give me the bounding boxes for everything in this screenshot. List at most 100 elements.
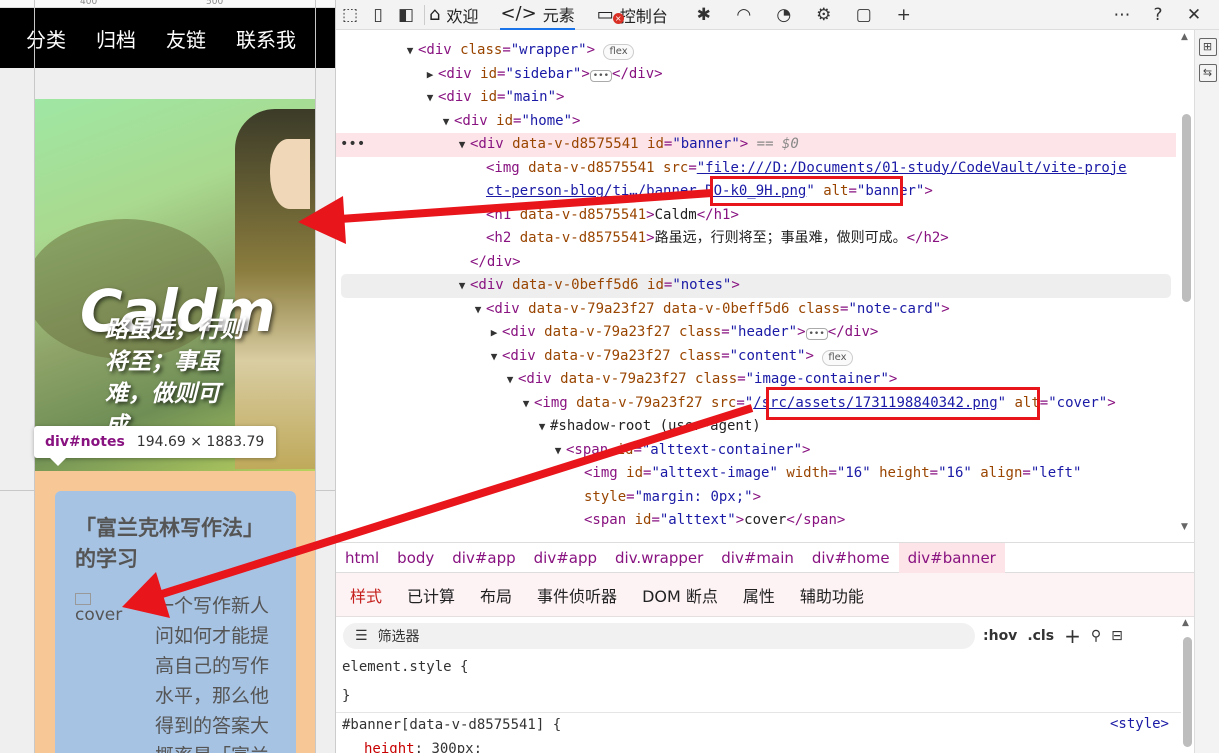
- more-options-icon[interactable]: ⋯: [1108, 3, 1136, 27]
- collapse-triangle-icon[interactable]: ▼: [486, 345, 502, 369]
- performance-icon[interactable]: ◔: [770, 3, 798, 27]
- computed-sidebar-icon[interactable]: ⊟: [1111, 628, 1123, 644]
- device-emulation-icon[interactable]: ▯: [364, 3, 392, 27]
- dom-node-notes-hovered[interactable]: ▼ <div data-v-0beff5d6 id="notes">: [341, 274, 1171, 298]
- rule-height-declaration[interactable]: height: 300px;: [364, 738, 482, 753]
- collapse-triangle-icon[interactable]: ▼: [438, 110, 454, 134]
- dom-node-wrapper[interactable]: ▼ <div class="wrapper"> flex: [336, 39, 1176, 63]
- scrollbar-thumb[interactable]: [1182, 114, 1191, 302]
- collapse-triangle-icon[interactable]: ▼: [422, 86, 438, 110]
- dom-tree[interactable]: ▼ <div class="wrapper"> flex ▶ <div id="si…: [336, 30, 1194, 542]
- dom-node-banner-close[interactable]: </div>: [336, 251, 1176, 275]
- tab-event-listeners[interactable]: 事件侦听器: [527, 583, 627, 607]
- tab-welcome[interactable]: ⌂ 欢迎: [429, 3, 478, 27]
- styles-pane-tabs: 样式 已计算 布局 事件侦听器 DOM 断点 属性 辅助功能: [336, 573, 1194, 617]
- wifi-icon[interactable]: ◠: [730, 3, 758, 27]
- filter-icon: ☰: [355, 628, 368, 644]
- collapse-triangle-icon[interactable]: ▼: [454, 133, 470, 157]
- nav-item-contact[interactable]: 联系我: [236, 24, 296, 53]
- rule-element-style[interactable]: element.style {: [342, 656, 468, 678]
- rule-source-link[interactable]: <style>: [1110, 716, 1169, 732]
- tab-styles[interactable]: 样式: [340, 583, 392, 607]
- breadcrumb-item[interactable]: div#app: [525, 543, 606, 573]
- collapse-triangle-icon[interactable]: ▼: [402, 39, 418, 63]
- more-tools-plus-icon[interactable]: +: [890, 3, 918, 27]
- scroll-up-icon[interactable]: ▲: [1182, 618, 1189, 628]
- ruler-label: 500: [206, 0, 224, 7]
- collapse-triangle-icon[interactable]: ▼: [470, 298, 486, 322]
- panel-toggle-icon[interactable]: ⊞: [1198, 38, 1217, 56]
- breadcrumb-item[interactable]: div.wrapper: [606, 543, 712, 573]
- tooltip-size: 194.69 × 1883.79: [136, 434, 265, 450]
- collapse-triangle-icon[interactable]: ▼: [534, 415, 550, 439]
- flex-badge[interactable]: flex: [603, 44, 634, 60]
- breadcrumb-item[interactable]: div#app: [443, 543, 524, 573]
- toolbar-right: ⋯ ? ✕: [1108, 0, 1219, 30]
- tab-computed[interactable]: 已计算: [397, 583, 465, 607]
- expand-triangle-icon[interactable]: ▶: [486, 321, 502, 345]
- dom-node-shadow-root[interactable]: ▼ #shadow-root (user-agent): [336, 415, 1176, 439]
- dom-node-header[interactable]: ▶ <div data-v-79a23f27 class="header"> •••…: [336, 321, 1176, 345]
- tab-console[interactable]: ▭ × 控制台: [597, 3, 668, 27]
- note-title[interactable]: 「富兰克林写作法」的学习: [75, 513, 275, 575]
- dom-node-h1[interactable]: <h1 data-v-d8575541>Caldm</h1>: [336, 204, 1176, 228]
- scroll-up-icon[interactable]: ▲: [1181, 32, 1188, 42]
- cls-toggle[interactable]: .cls: [1027, 628, 1054, 644]
- dock-side-icon[interactable]: ◧: [392, 3, 420, 27]
- nav-item-categories[interactable]: 分类: [26, 24, 66, 53]
- tab-dom-breakpoints[interactable]: DOM 断点: [632, 583, 728, 607]
- nav-item-archive[interactable]: 归档: [96, 24, 136, 53]
- filter-placeholder: 筛选器: [377, 629, 420, 645]
- dom-node-main[interactable]: ▼ <div id="main">: [336, 86, 1176, 110]
- scroll-down-icon[interactable]: ▼: [1181, 522, 1188, 532]
- dom-node-home[interactable]: ▼ <div id="home">: [336, 110, 1176, 134]
- dom-node-note-card[interactable]: ▼ <div data-v-79a23f27 data-v-0beff5d6 cl…: [336, 298, 1176, 322]
- note-card[interactable]: 「富兰克林写作法」的学习 cover 一个写作新人问如何才能提高自己的写作水平，…: [55, 491, 296, 753]
- expand-triangle-icon[interactable]: ▶: [422, 63, 438, 87]
- help-icon[interactable]: ?: [1144, 3, 1172, 27]
- dom-node-alttext-container[interactable]: ▼ <span id="alttext-container">: [336, 439, 1176, 463]
- dom-node-h2[interactable]: <h2 data-v-d8575541>路虽远，行则将至；事虽难，做则可成。</…: [336, 227, 1176, 251]
- new-style-rule-icon[interactable]: +: [1064, 624, 1081, 648]
- quick-view-icon[interactable]: ⇆: [1198, 64, 1217, 82]
- dom-node-alttext[interactable]: <span id="alttext">cover</span>: [336, 509, 1176, 533]
- collapse-triangle-icon[interactable]: ▼: [502, 368, 518, 392]
- breadcrumb-item[interactable]: div#main: [712, 543, 803, 573]
- memory-icon[interactable]: ⚙: [810, 3, 838, 27]
- bug-icon[interactable]: ✱: [690, 3, 718, 27]
- tab-elements[interactable]: </> 元素: [500, 0, 575, 30]
- dom-node-alttext-image-style[interactable]: style="margin: 0px;">: [336, 486, 1176, 510]
- application-icon[interactable]: ▢: [850, 3, 878, 27]
- inspect-element-icon[interactable]: ⬚: [336, 3, 364, 27]
- breadcrumb-item[interactable]: body: [388, 543, 443, 573]
- collapsed-ellipsis[interactable]: •••: [805, 328, 828, 340]
- dom-node-image-container[interactable]: ▼ <div data-v-79a23f27 class="image-conta…: [336, 368, 1176, 392]
- styles-filter-input[interactable]: ☰ 筛选器: [343, 623, 975, 649]
- collapsed-ellipsis[interactable]: •••: [589, 69, 613, 82]
- dom-node-content[interactable]: ▼ <div data-v-79a23f27 class="content"> f…: [336, 345, 1176, 369]
- dom-tree-scrollbar[interactable]: ▲ ▼: [1179, 30, 1193, 542]
- flex-badge[interactable]: flex: [822, 349, 853, 366]
- styles-scrollbar[interactable]: ▲: [1181, 617, 1194, 753]
- collapse-triangle-icon[interactable]: ▼: [550, 439, 566, 463]
- tab-accessibility[interactable]: 辅助功能: [790, 583, 874, 607]
- hov-toggle[interactable]: :hov: [983, 628, 1017, 644]
- tab-layout[interactable]: 布局: [470, 583, 522, 607]
- breadcrumb-item[interactable]: div#home: [803, 543, 899, 573]
- scrollbar-thumb[interactable]: [1183, 637, 1192, 747]
- color-format-icon[interactable]: ⚲: [1091, 628, 1101, 644]
- horizontal-ruler: 400 500: [0, 0, 335, 8]
- collapse-triangle-icon[interactable]: ▼: [454, 274, 470, 298]
- dom-node-cover-img[interactable]: ▼ <img data-v-79a23f27 src="/src/assets/1…: [336, 392, 1176, 416]
- dom-node-alttext-image[interactable]: <img id="alttext-image" width="16" heigh…: [336, 462, 1176, 486]
- close-icon[interactable]: ✕: [1180, 3, 1208, 27]
- rule-banner-selector[interactable]: #banner[data-v-d8575541] {: [342, 714, 561, 736]
- dom-node-sidebar[interactable]: ▶ <div id="sidebar"> ••• </div>: [336, 63, 1176, 87]
- tab-properties[interactable]: 属性: [733, 583, 785, 607]
- collapse-triangle-icon[interactable]: ▼: [518, 392, 534, 416]
- dom-node-banner-selected[interactable]: ••• ▼ <div data-v-d8575541 id="banner"> =…: [336, 133, 1176, 157]
- node-actions-icon[interactable]: •••: [340, 133, 365, 157]
- breadcrumb-item-selected[interactable]: div#banner: [898, 542, 1005, 573]
- breadcrumb-item[interactable]: html: [336, 543, 388, 573]
- nav-item-links[interactable]: 友链: [166, 24, 206, 53]
